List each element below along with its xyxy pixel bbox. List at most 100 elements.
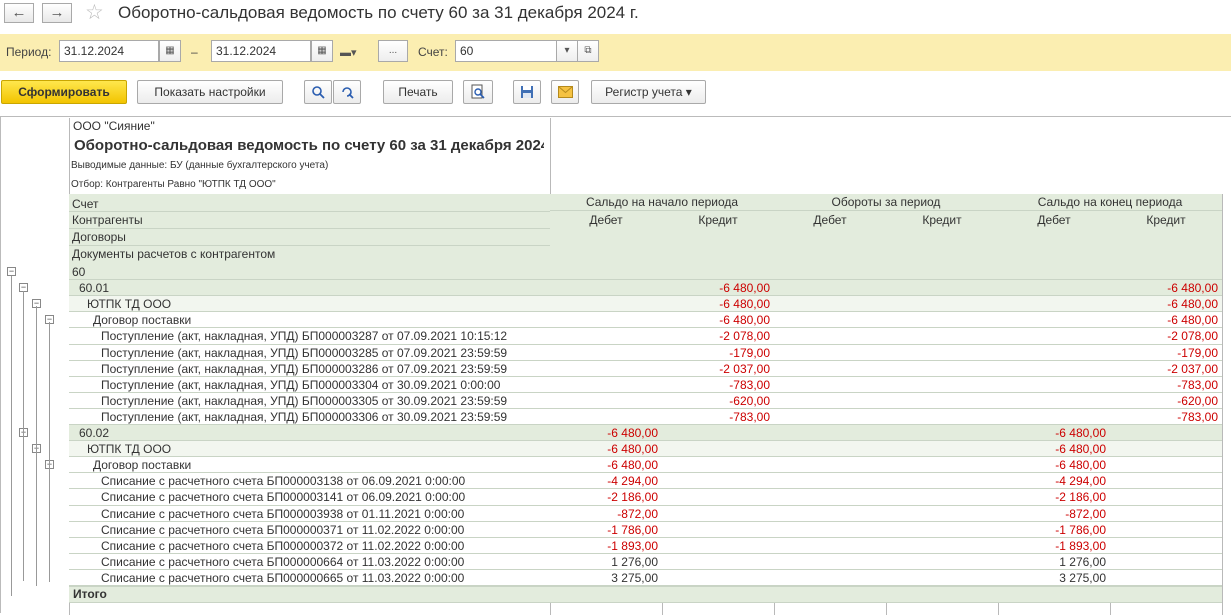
account-input[interactable]: 60 <box>455 40 557 62</box>
period-menu-icon: ▬▾ <box>340 47 357 59</box>
send-email-button[interactable] <box>551 80 579 104</box>
date-to-input[interactable]: 31.12.2024 <box>211 40 311 62</box>
amount-cell <box>552 409 658 425</box>
search-next-button[interactable] <box>333 80 361 104</box>
amount-cell: -6 480,00 <box>719 313 770 328</box>
row-label: Поступление (акт, накладная, УПД) БП0000… <box>101 377 501 392</box>
amount-cell <box>776 570 882 586</box>
amount-cell: -6 480,00 <box>1167 313 1218 328</box>
amount-cell: -872,00 <box>1065 506 1106 521</box>
amount-cell <box>664 264 770 280</box>
row-label: Списание с расчетного счета БП000000664 … <box>101 554 465 569</box>
credit-header: Кредит <box>922 213 962 227</box>
row-label: Списание с расчетного счета БП000003138 … <box>101 474 466 489</box>
dimension-header: Документы расчетов с контрагентом <box>72 247 276 261</box>
amount-cell: -2 078,00 <box>719 329 770 344</box>
amount-cell: -2 037,00 <box>719 361 770 376</box>
amount-cell <box>552 361 658 377</box>
amount-cell: -4 294,00 <box>607 474 658 489</box>
accounting-register-button[interactable]: Регистр учета ▾ <box>591 80 706 104</box>
group-header: Обороты за период <box>831 195 941 209</box>
amount-cell <box>888 280 994 296</box>
report-title: Оборотно-сальдовая ведомость по счету 60… <box>74 137 544 154</box>
amount-cell <box>888 328 994 344</box>
amount-cell: -6 480,00 <box>1055 458 1106 473</box>
amount-cell <box>888 425 994 441</box>
amount-cell <box>776 345 882 361</box>
print-preview-icon <box>471 84 485 99</box>
show-settings-button[interactable]: Показать настройки <box>137 80 283 104</box>
tree-connector <box>36 306 37 586</box>
amount-cell <box>888 296 994 312</box>
amount-cell: -783,00 <box>729 409 770 424</box>
amount-cell <box>1112 441 1218 457</box>
forward-arrow-icon: → <box>49 4 65 21</box>
amount-cell <box>776 264 882 280</box>
back-button[interactable]: ← <box>4 3 34 23</box>
amount-cell <box>1000 345 1106 361</box>
print-button[interactable]: Печать <box>383 80 453 104</box>
collapse-toggle-icon[interactable]: − <box>7 267 16 276</box>
date-from-calendar-button[interactable]: ▦ <box>159 40 181 62</box>
row-label: 60.02 <box>79 426 110 440</box>
amount-cell: -4 294,00 <box>1055 474 1106 489</box>
amount-cell <box>776 361 882 377</box>
amount-cell <box>1000 328 1106 344</box>
amount-cell: -6 480,00 <box>607 426 658 440</box>
amount-cell <box>664 489 770 505</box>
row-label: Списание с расчетного счета БП000000372 … <box>101 538 465 553</box>
date-from-input[interactable]: 31.12.2024 <box>59 40 159 62</box>
amount-cell: 3 275,00 <box>611 570 658 585</box>
period-type-menu[interactable]: ▬▾ <box>340 46 357 59</box>
amount-cell <box>1112 538 1218 554</box>
amount-cell <box>552 345 658 361</box>
credit-header: Кредит <box>1146 213 1186 227</box>
choose-period-button[interactable]: ... <box>378 40 408 62</box>
amount-cell: -783,00 <box>729 377 770 392</box>
account-dropdown-button[interactable]: ▾ <box>556 40 578 62</box>
amount-cell: -6 480,00 <box>719 297 770 312</box>
save-button[interactable] <box>513 80 541 104</box>
amount-cell <box>888 538 994 554</box>
window-title: Оборотно-сальдовая ведомость по счету 60… <box>118 3 639 22</box>
dimension-header: Договоры <box>72 230 126 244</box>
row-label: Списание с расчетного счета БП000003141 … <box>101 490 466 505</box>
amount-cell <box>776 409 882 425</box>
forward-button[interactable]: → <box>42 3 72 23</box>
favorite-star-icon[interactable]: ☆ <box>85 1 104 25</box>
amount-cell <box>1000 409 1106 425</box>
row-divider <box>69 586 1222 587</box>
amount-cell <box>888 377 994 393</box>
calendar-icon: ▦ <box>317 45 327 56</box>
amount-cell <box>1000 280 1106 296</box>
amount-cell <box>888 441 994 457</box>
amount-cell <box>776 554 882 570</box>
title-bar: ← → ☆ Оборотно-сальдовая ведомость по сч… <box>0 0 1231 30</box>
search-icon <box>312 86 325 99</box>
date-to-calendar-button[interactable]: ▦ <box>311 40 333 62</box>
search-button[interactable] <box>304 80 332 104</box>
amount-cell <box>888 457 994 473</box>
generate-button[interactable]: Сформировать <box>1 80 127 104</box>
chevron-down-icon: ▾ <box>564 45 570 56</box>
print-preview-button[interactable] <box>463 80 493 104</box>
amount-cell <box>776 441 882 457</box>
amount-cell <box>776 489 882 505</box>
period-label: Период: <box>6 45 52 59</box>
mail-icon <box>557 86 573 98</box>
account-open-button[interactable]: ⧉ <box>577 40 599 62</box>
amount-cell <box>1112 264 1218 280</box>
amount-cell <box>1000 361 1106 377</box>
amount-cell <box>888 506 994 522</box>
amount-cell: -783,00 <box>1177 377 1218 392</box>
amount-cell <box>664 522 770 538</box>
amount-cell <box>1112 554 1218 570</box>
amount-cell <box>888 522 994 538</box>
amount-cell: -620,00 <box>1177 393 1218 408</box>
amount-cell <box>888 570 994 586</box>
amount-cell <box>552 328 658 344</box>
toolbar: Сформировать Показать настройки Печать Р… <box>0 76 1231 112</box>
amount-cell: -6 480,00 <box>1167 281 1218 296</box>
output-data-text: Выводимые данные: БУ (данные бухгалтерск… <box>71 160 329 171</box>
row-label: 60.01 <box>79 281 110 296</box>
